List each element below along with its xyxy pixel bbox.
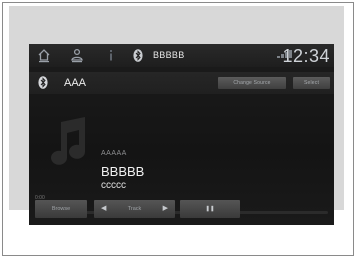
bluetooth-icon <box>133 49 143 62</box>
audio-screen: BBBBB 12:34 AAA Change Source Select AAA… <box>29 44 334 225</box>
connected-device-name: BBBBB <box>153 50 185 60</box>
audio-source-title: AAA <box>64 77 87 89</box>
artist-name: ccccc <box>101 180 126 191</box>
music-note-icon <box>41 114 99 172</box>
clock: 12:34 <box>282 46 330 66</box>
now-playing-area: AAAAA BBBBB ccccc 0:00 <box>29 94 334 214</box>
album-name: AAAAA <box>101 150 127 157</box>
info-icon[interactable] <box>103 48 119 63</box>
home-icon[interactable] <box>36 48 52 63</box>
track-skip-control[interactable]: ◀ Track ▶ <box>94 200 175 218</box>
playback-controls: Browse ◀ Track ▶ ❚❚ <box>29 200 334 220</box>
source-title-bar: AAA Change Source Select <box>29 72 334 94</box>
previous-track-icon[interactable]: ◀ <box>101 200 106 218</box>
status-bar: BBBBB 12:34 <box>29 44 334 67</box>
track-label: Track <box>127 206 142 212</box>
select-button[interactable]: Select <box>293 77 330 89</box>
next-track-icon[interactable]: ▶ <box>163 200 168 218</box>
pause-icon: ❚❚ <box>205 206 215 212</box>
track-title: BBBBB <box>101 164 145 179</box>
pause-button[interactable]: ❚❚ <box>180 200 240 218</box>
phone-icon[interactable] <box>69 48 85 63</box>
change-source-button[interactable]: Change Source <box>218 77 286 89</box>
browse-button[interactable]: Browse <box>35 200 87 218</box>
bluetooth-audio-icon <box>38 76 48 89</box>
